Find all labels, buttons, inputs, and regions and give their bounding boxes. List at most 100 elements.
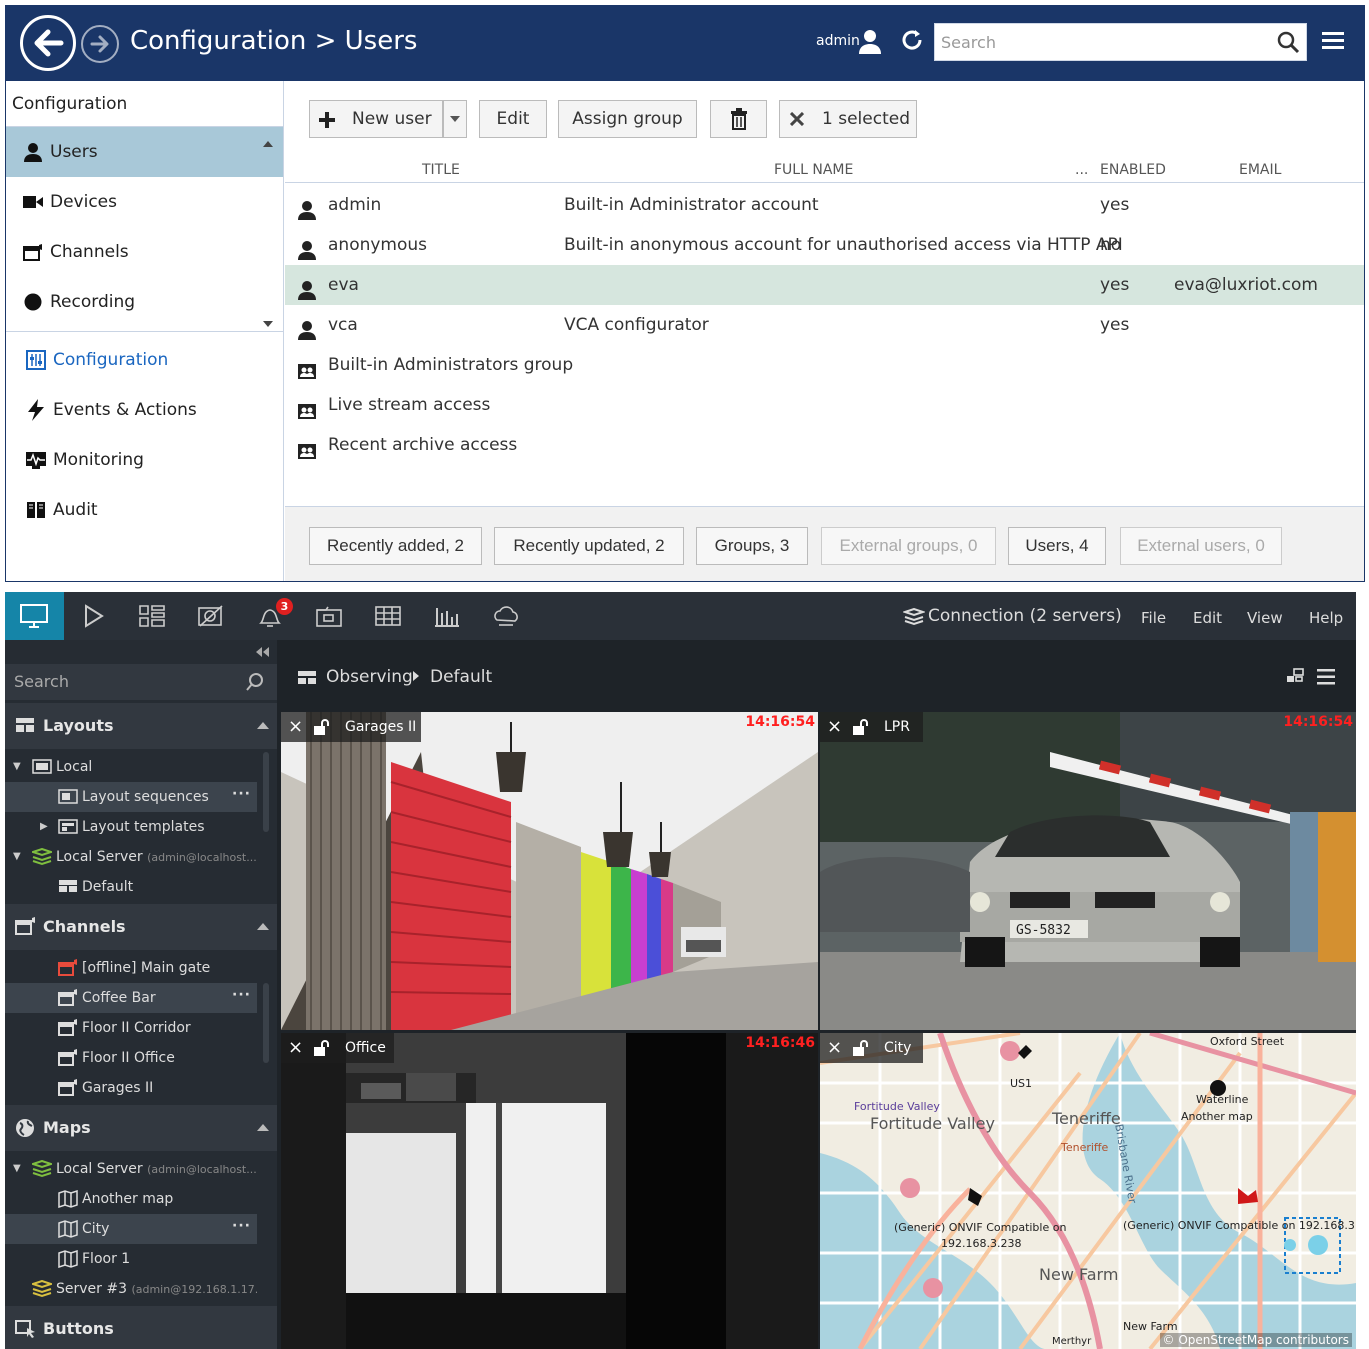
- table-row[interactable]: Live stream access: [285, 385, 1364, 425]
- monitor-tab[interactable]: [5, 592, 64, 640]
- search-icon[interactable]: [245, 672, 265, 692]
- filter-groups[interactable]: Groups, 3: [696, 527, 808, 565]
- new-user-dropdown-button[interactable]: [443, 100, 467, 138]
- table-row[interactable]: eva yes eva@luxriot.com: [285, 265, 1364, 305]
- menu-view[interactable]: View: [1247, 609, 1283, 627]
- search-box[interactable]: [934, 23, 1307, 61]
- clear-selection-button[interactable]: 1 selected: [779, 100, 917, 138]
- column-more[interactable]: ...: [1075, 162, 1088, 178]
- table-row[interactable]: Built-in Administrators group: [285, 345, 1364, 385]
- search-icon[interactable]: [1276, 30, 1300, 54]
- expand-icon[interactable]: ▼: [13, 1154, 21, 1184]
- close-icon[interactable]: ×: [288, 712, 303, 742]
- filter-external-groups[interactable]: External groups, 0: [821, 527, 996, 565]
- delete-button[interactable]: [710, 100, 767, 138]
- section-channels[interactable]: Channels: [5, 904, 277, 950]
- column-enabled[interactable]: ENABLED: [1100, 162, 1166, 178]
- video-cell-lpr[interactable]: GS-5832 × LPR 14:16:54: [820, 712, 1356, 1030]
- tree-item-channel[interactable]: Floor II Corridor: [5, 1013, 257, 1043]
- unlock-icon[interactable]: [314, 719, 332, 735]
- collapse-section-icon[interactable]: [257, 1124, 269, 1131]
- tree-item-server-3[interactable]: Server #3 (admin@192.168.1.17...: [5, 1274, 257, 1304]
- sidebar-item-channels[interactable]: Channels: [6, 227, 283, 277]
- close-icon[interactable]: ×: [827, 712, 842, 742]
- table-row[interactable]: admin Built-in Administrator account yes: [285, 185, 1364, 225]
- archive-tab[interactable]: [300, 592, 359, 640]
- more-icon[interactable]: ···: [232, 983, 251, 1010]
- sidebar-section-audit[interactable]: Audit: [6, 485, 283, 535]
- filter-recently-added[interactable]: Recently added, 2: [309, 527, 482, 565]
- user-icon[interactable]: [858, 29, 882, 55]
- hamburger-menu-icon[interactable]: [1317, 668, 1335, 686]
- playback-tab[interactable]: [64, 592, 123, 640]
- map-attribution[interactable]: © OpenStreetMap contributors: [1159, 1333, 1352, 1347]
- column-full-name[interactable]: FULL NAME: [774, 162, 853, 178]
- sidebar-section-configuration[interactable]: Configuration: [6, 335, 283, 385]
- assign-group-button[interactable]: Assign group: [558, 100, 697, 138]
- sidebar-search[interactable]: Search: [5, 664, 277, 700]
- tree-item-map[interactable]: Another map: [5, 1184, 257, 1214]
- section-maps[interactable]: Maps: [5, 1105, 277, 1151]
- refresh-icon[interactable]: [900, 27, 924, 53]
- channels-scrollbar[interactable]: [263, 983, 269, 1063]
- filter-recently-updated[interactable]: Recently updated, 2: [494, 527, 684, 565]
- layout-grid-icon[interactable]: [1285, 668, 1305, 686]
- hamburger-menu-icon[interactable]: [1322, 30, 1344, 52]
- close-icon[interactable]: ×: [288, 1033, 303, 1063]
- unlock-icon[interactable]: [853, 1040, 871, 1056]
- tree-item-default-layout[interactable]: Default: [5, 872, 257, 902]
- close-icon[interactable]: ×: [827, 1033, 842, 1063]
- more-icon[interactable]: ···: [232, 782, 251, 809]
- tree-item-local-server[interactable]: ▼ Local Server (admin@localhost...: [5, 842, 257, 872]
- expand-icon[interactable]: ▶: [40, 812, 48, 842]
- menu-help[interactable]: Help: [1309, 609, 1343, 627]
- tree-item-maps-local-server[interactable]: ▼ Local Server (admin@localhost...: [5, 1154, 257, 1184]
- layout-tab[interactable]: [123, 592, 182, 640]
- forward-button[interactable]: [81, 25, 119, 63]
- expand-icon[interactable]: ▼: [13, 752, 21, 782]
- search-input[interactable]: [935, 24, 1265, 60]
- new-user-button[interactable]: New user: [309, 100, 443, 138]
- tree-item-channel[interactable]: Garages II: [5, 1073, 257, 1103]
- filter-users[interactable]: Users, 4: [1008, 527, 1106, 565]
- more-icon[interactable]: ···: [232, 1214, 251, 1241]
- sidebar-item-users[interactable]: Users: [6, 127, 283, 177]
- unlock-icon[interactable]: [853, 719, 871, 735]
- grid-tab[interactable]: [359, 592, 418, 640]
- notifications-tab[interactable]: [241, 592, 300, 640]
- sidebar-section-monitoring[interactable]: Monitoring: [6, 435, 283, 485]
- collapse-sidebar-icon[interactable]: [254, 646, 270, 658]
- menu-edit[interactable]: Edit: [1193, 609, 1222, 627]
- collapse-section-icon[interactable]: [257, 722, 269, 729]
- menu-file[interactable]: File: [1141, 609, 1166, 627]
- breadcrumb-observing[interactable]: Observing: [326, 667, 413, 687]
- tree-item-map[interactable]: Floor 1: [5, 1244, 257, 1274]
- tree-item-channel[interactable]: [offline] Main gate: [5, 953, 257, 983]
- table-row[interactable]: vca VCA configurator yes: [285, 305, 1364, 345]
- map-cell-city[interactable]: Fortitude Valley Fortitude Valley Teneri…: [820, 1033, 1356, 1349]
- connection-status[interactable]: Connection (2 servers): [928, 606, 1122, 626]
- edit-button[interactable]: Edit: [479, 100, 547, 138]
- current-user-label[interactable]: admin: [816, 33, 860, 49]
- camera-search-tab[interactable]: [182, 592, 241, 640]
- collapse-section-icon[interactable]: [257, 923, 269, 930]
- table-row[interactable]: anonymous Built-in anonymous account for …: [285, 225, 1364, 265]
- tree-item-local[interactable]: ▼ Local: [5, 752, 257, 782]
- unlock-icon[interactable]: [314, 1040, 332, 1056]
- back-button[interactable]: [20, 15, 76, 71]
- video-cell-garages[interactable]: × Garages II 14:16:54: [281, 712, 818, 1030]
- tree-item-channel[interactable]: Floor II Office: [5, 1043, 257, 1073]
- video-cell-office[interactable]: × Office 14:16:46: [281, 1033, 818, 1349]
- expand-icon[interactable]: ▼: [13, 842, 21, 872]
- sidebar-item-recording[interactable]: Recording: [6, 277, 283, 327]
- column-email[interactable]: EMAIL: [1239, 162, 1281, 178]
- statistics-tab[interactable]: [418, 592, 477, 640]
- tree-item-map[interactable]: City ···: [5, 1214, 257, 1244]
- breadcrumb-default[interactable]: Default: [430, 667, 492, 687]
- section-layouts[interactable]: Layouts: [5, 703, 277, 749]
- tree-item-layout-templates[interactable]: ▶ Layout templates: [5, 812, 257, 842]
- tree-item-layout-sequences[interactable]: Layout sequences ···: [5, 782, 257, 812]
- table-row[interactable]: Recent archive access: [285, 425, 1364, 465]
- column-title[interactable]: TITLE: [422, 162, 460, 178]
- sidebar-section-events-actions[interactable]: Events & Actions: [6, 385, 283, 435]
